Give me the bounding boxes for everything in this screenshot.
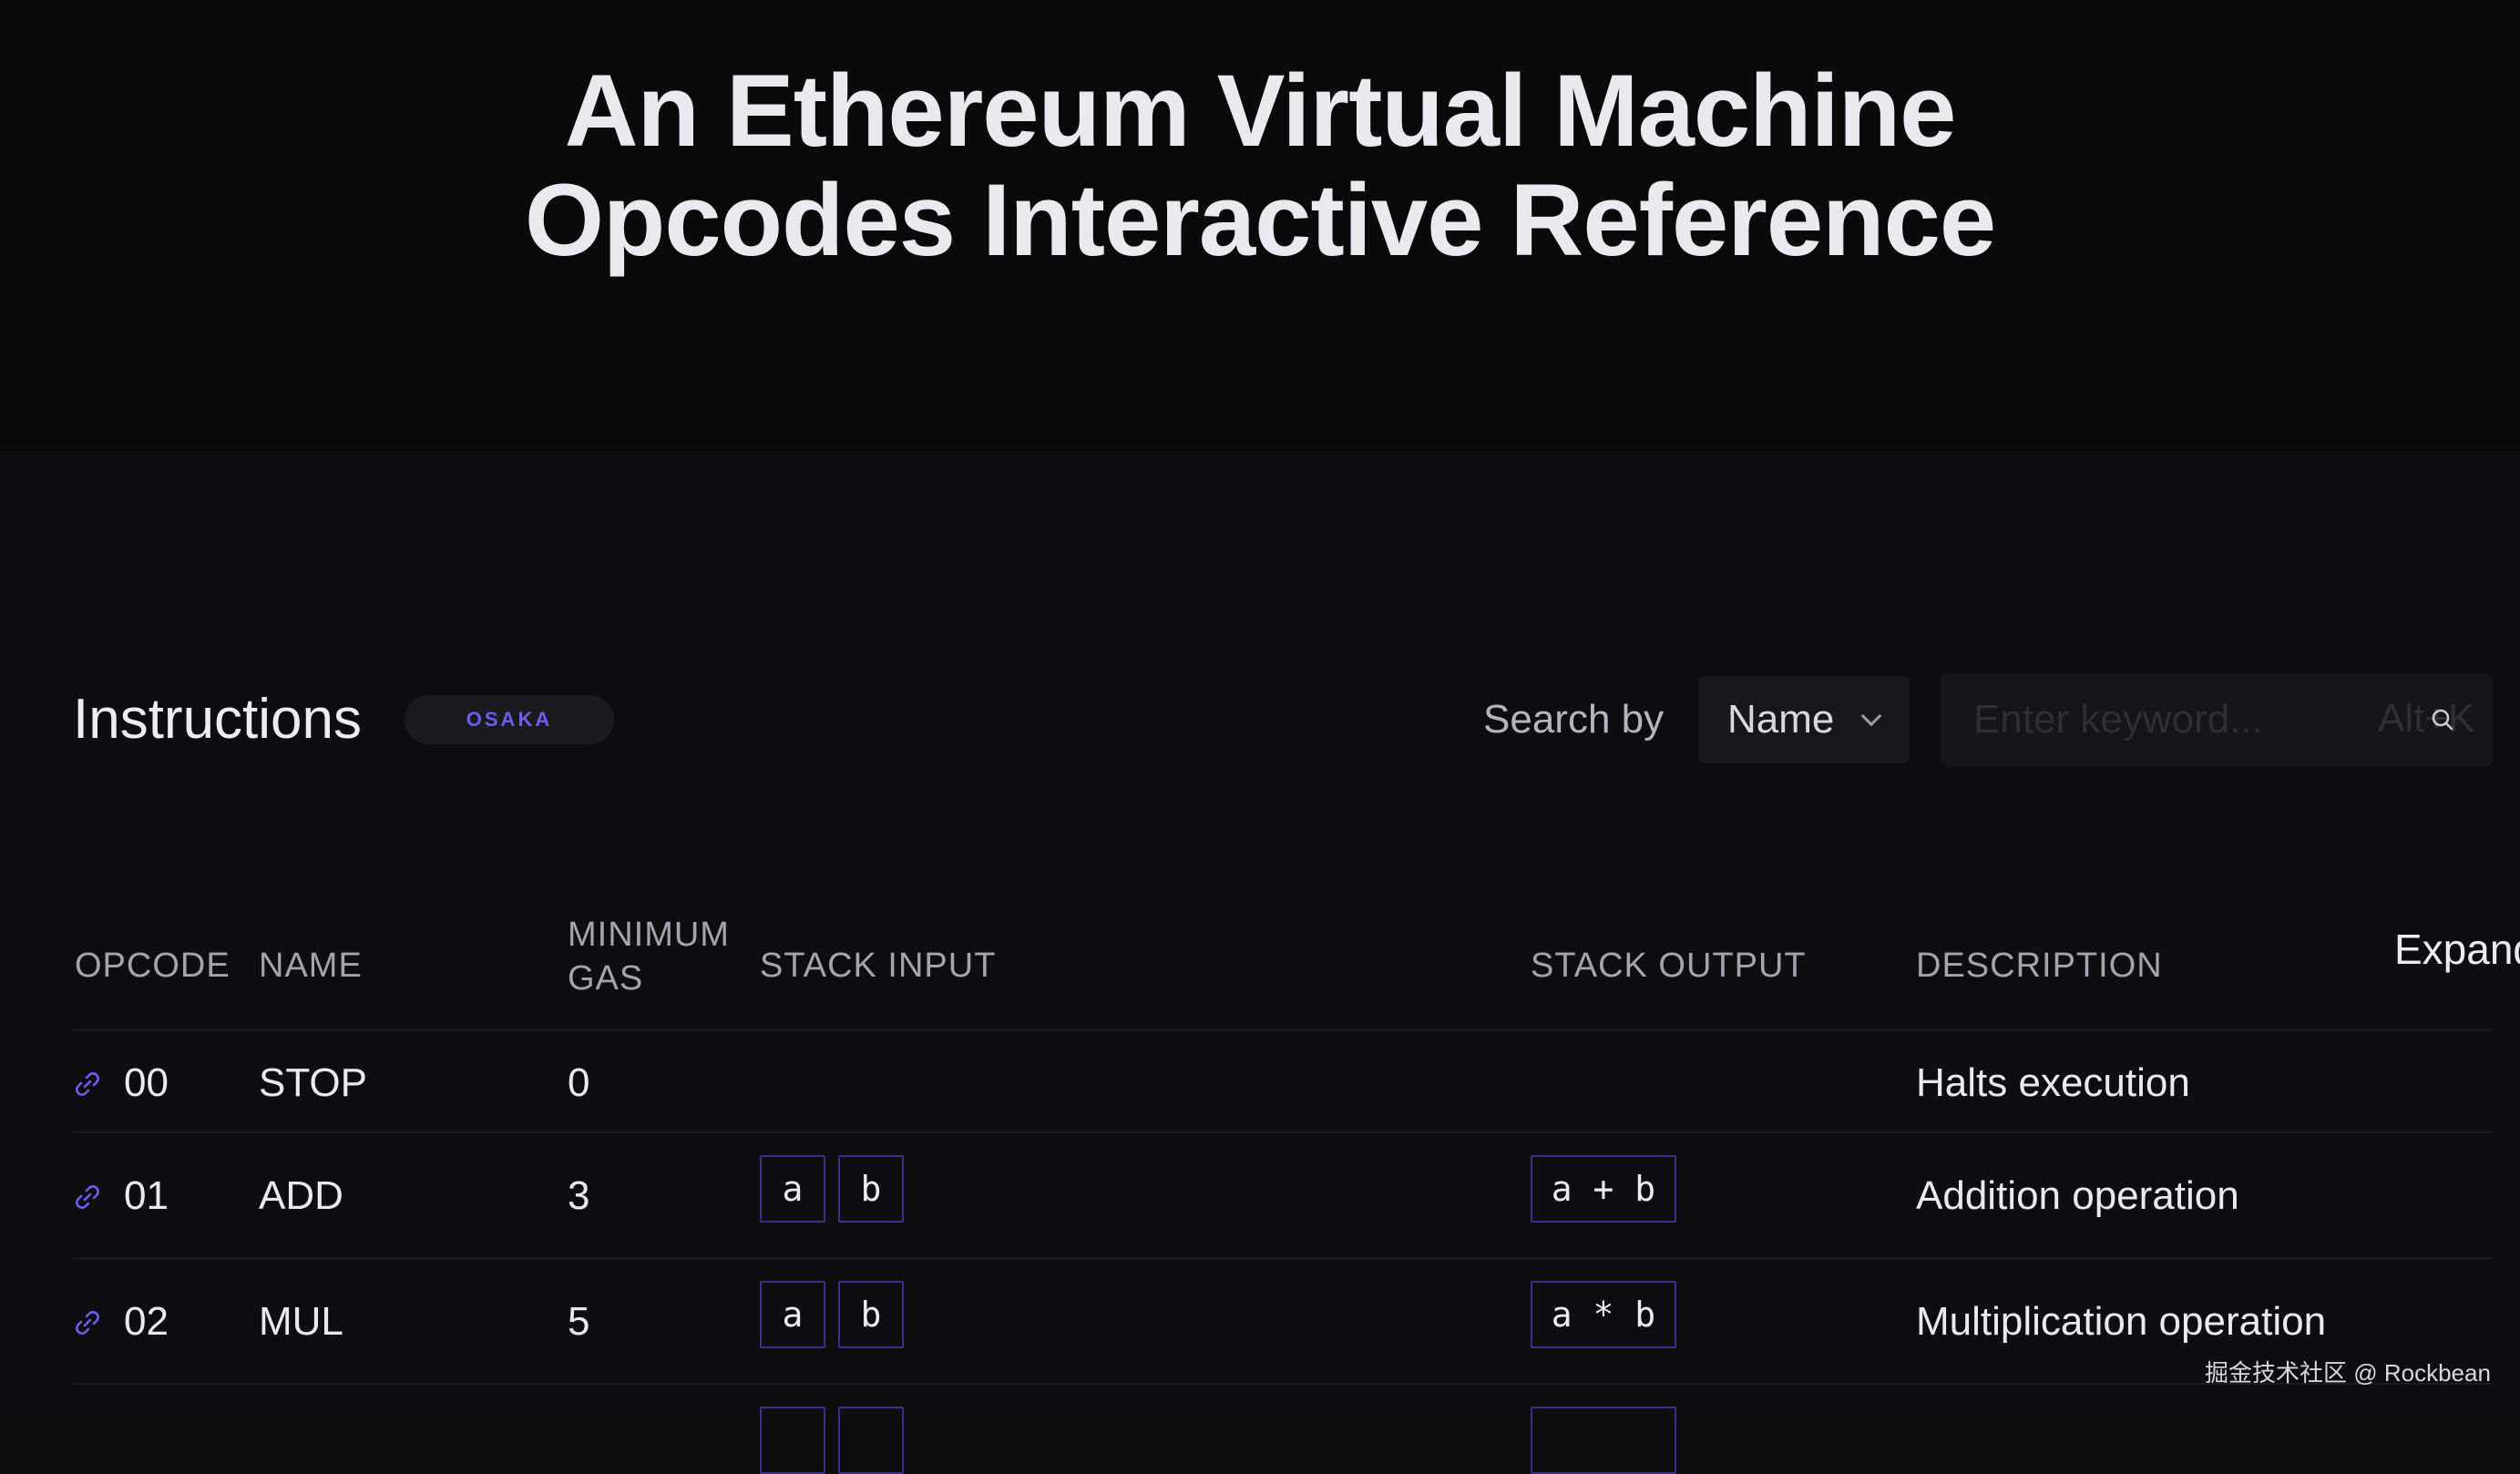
expand-label: Expand [2394,926,2520,973]
header-min-gas-line-1: MINIMUM [568,916,730,954]
page-title-line-1: An Ethereum Virtual Machine [564,54,1957,168]
search-by-select[interactable]: Name [1698,676,1910,763]
fork-badge[interactable]: OSAKA [405,695,614,744]
opcode-name: ADD [259,1173,343,1218]
opcode-description: Halts execution [1916,1060,2190,1105]
stack-input-chip[interactable]: b [838,1155,904,1223]
page-title: An Ethereum Virtual Machine Opcodes Inte… [0,56,2520,275]
stack-output-chip[interactable]: a + b [1531,1155,1676,1223]
opcode-value: 00 [124,1060,169,1105]
expand-button[interactable]: Expand [2394,924,2520,975]
stack-input-chip[interactable] [838,1407,904,1474]
opcode-name: STOP [259,1060,368,1105]
table-row[interactable]: 00 STOP 0 Halts execution [73,1029,2493,1131]
instructions-toolbar: Instructions OSAKA Search by Name Alt+K [73,670,2493,770]
link-icon[interactable] [73,1070,102,1099]
table-header: OPCODE NAME MINIMUM GAS STACK INPUT STAC… [73,902,2520,1029]
table-row[interactable]: 02 MUL 5 a b a * b Multiplication operat… [73,1257,2493,1383]
watermark: 掘金技术社区 @ Rockbean [2205,1359,2491,1387]
header-stack-input: STACK INPUT [760,947,997,985]
chevron-down-icon [1860,705,1882,727]
header-min-gas[interactable]: MINIMUM GAS [568,913,730,1000]
min-gas-value: 0 [568,1060,590,1105]
opcode-value: 01 [124,1173,169,1218]
header-stack-output: STACK OUTPUT [1531,947,1807,985]
header-name[interactable]: NAME [259,944,363,988]
header-description: DESCRIPTION [1916,947,2163,985]
search-input[interactable] [1941,672,2323,767]
stack-input-chip[interactable]: a [760,1281,825,1348]
shortcut-hint: Alt+K [2378,696,2475,741]
table-row-partial[interactable] [73,1383,2493,1474]
opcode-description: Multiplication operation [1916,1299,2327,1344]
hero-section: An Ethereum Virtual Machine Opcodes Inte… [0,0,2520,451]
min-gas-value: 5 [568,1299,590,1344]
stack-input-chip[interactable]: a [760,1155,825,1223]
opcode-name: MUL [259,1299,343,1344]
header-min-gas-line-2: GAS [568,959,644,998]
stack-input-chip[interactable]: b [838,1281,904,1348]
opcode-description: Addition operation [1916,1173,2239,1218]
section-title: Instructions [73,688,363,751]
header-opcode[interactable]: OPCODE [75,944,230,988]
link-icon[interactable] [73,1308,102,1337]
stack-output-chip[interactable] [1531,1407,1676,1474]
search-by-label: Search by [1483,697,1665,742]
stack-output-chip[interactable]: a * b [1531,1281,1676,1348]
page-title-line-2: Opcodes Interactive Reference [524,163,1996,277]
link-icon[interactable] [73,1182,102,1212]
search-box[interactable]: Alt+K [1941,672,2493,767]
stack-input-chip[interactable] [760,1407,825,1474]
search-icon[interactable] [2429,706,2456,733]
search-by-selected-value: Name [1727,697,1835,742]
min-gas-value: 3 [568,1173,590,1218]
table-row[interactable]: 01 ADD 3 a b a + b Addition operation [73,1131,2493,1257]
opcode-value: 02 [124,1299,169,1344]
